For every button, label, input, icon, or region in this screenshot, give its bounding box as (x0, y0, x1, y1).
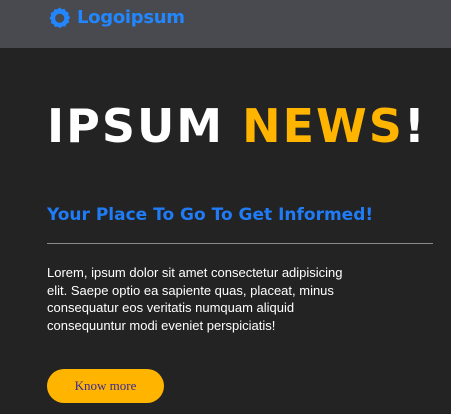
divider (47, 243, 433, 244)
navbar: Logoipsum (0, 0, 451, 48)
body-paragraph: Lorem, ipsum dolor sit amet consectetur … (47, 265, 343, 333)
logo-ring-icon (49, 7, 71, 29)
hero-exclamation: ! (403, 99, 427, 153)
hero-word-news: NEWS (242, 99, 404, 153)
logo-text: Logoipsum (77, 7, 185, 28)
logo[interactable]: Logoipsum (47, 6, 185, 30)
hero-word-ipsum: IPSUM (47, 99, 243, 153)
hero-headline: IPSUM NEWS! (47, 98, 427, 154)
tagline: Your Place To Go To Get Informed! (47, 205, 374, 225)
know-more-button[interactable]: Know more (47, 369, 164, 403)
